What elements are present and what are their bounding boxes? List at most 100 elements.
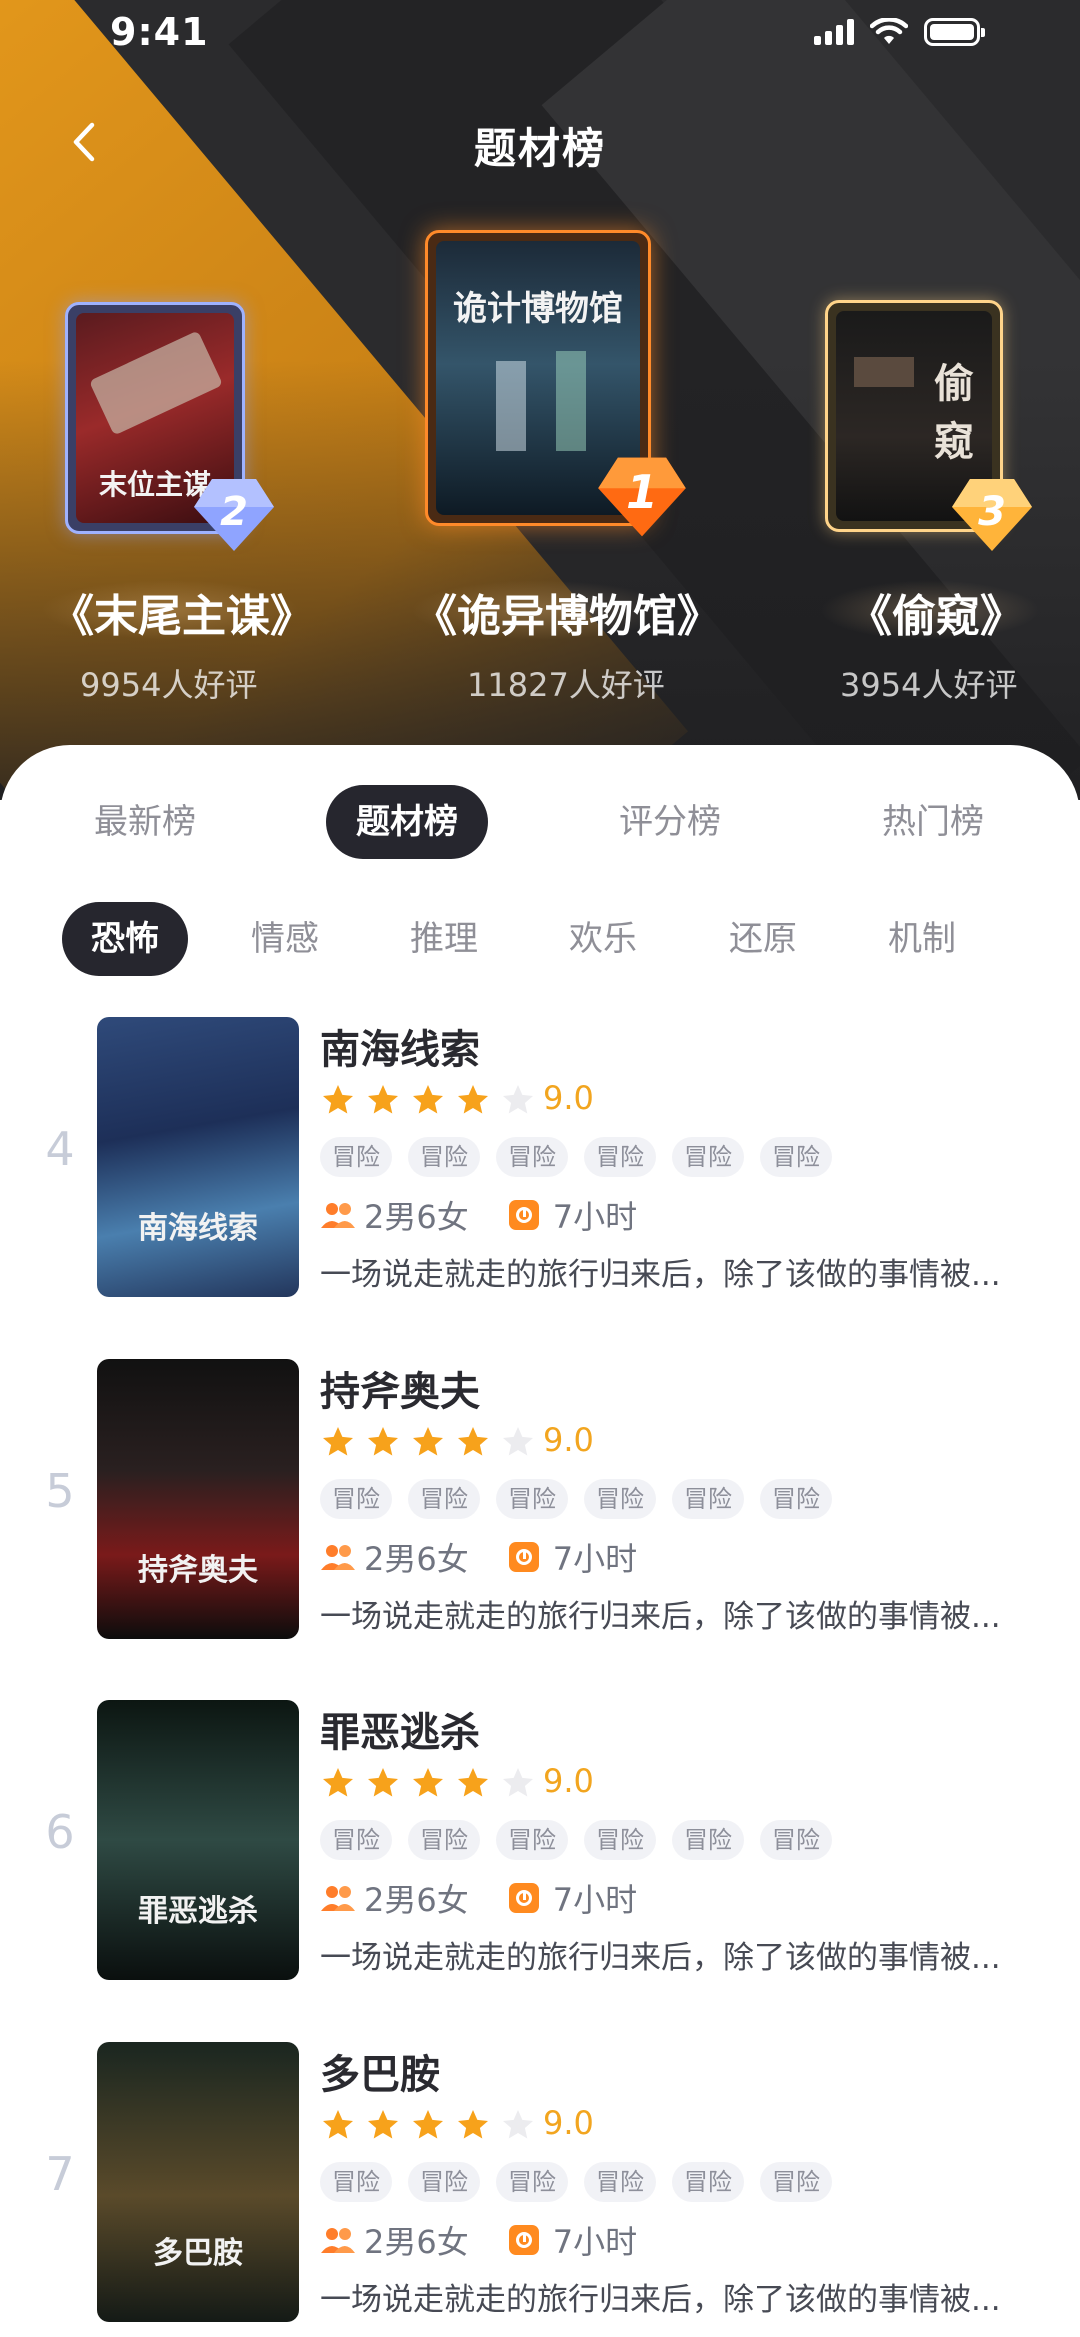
nav-bar: 题材榜 xyxy=(0,105,1080,185)
item-description: 一场说走就走的旅行归来后，除了该做的事情被... xyxy=(320,1599,1001,1635)
star-filled-icon xyxy=(458,1427,488,1456)
tag-list: 冒险 冒险 冒险 冒险 冒险 冒险 xyxy=(320,2162,832,2202)
rank-number: 4 xyxy=(45,1122,75,1176)
rating-score: 9.0 xyxy=(543,1762,594,1800)
people-icon xyxy=(321,1203,355,1228)
item-description: 一场说走就走的旅行归来后，除了该做的事情被... xyxy=(320,1257,1001,1293)
star-empty-icon xyxy=(503,2110,533,2139)
genre-tag: 冒险 xyxy=(320,1820,392,1860)
podium-review-count: 9954人好评 xyxy=(80,666,258,704)
cover-image[interactable]: 多巴胺 xyxy=(97,2042,299,2322)
star-filled-icon xyxy=(368,1768,398,1797)
podium-review-count: 3954人好评 xyxy=(840,666,1018,704)
genre-tag: 冒险 xyxy=(760,2162,832,2202)
player-count: 2男6女 xyxy=(364,1540,469,1578)
genre-tag: 冒险 xyxy=(672,1137,744,1177)
category-restore[interactable]: 还原 xyxy=(700,902,826,976)
player-count: 2男6女 xyxy=(364,1881,469,1919)
clock-icon xyxy=(508,1542,539,1572)
cover-title: 持斧奥夫 xyxy=(138,1553,258,1588)
podium-review-count: 11827人好评 xyxy=(467,666,665,704)
category-mechanism[interactable]: 机制 xyxy=(859,902,985,976)
cover-title: 罪恶逃杀 xyxy=(138,1894,258,1929)
rating-score: 9.0 xyxy=(543,1079,594,1117)
category-emotion[interactable]: 情感 xyxy=(222,902,348,976)
player-count: 2男6女 xyxy=(364,1198,469,1236)
genre-tag: 冒险 xyxy=(672,1820,744,1860)
rating-score: 9.0 xyxy=(543,2104,594,2142)
rank-medal-3: 3 xyxy=(950,477,1034,553)
status-bar: 9:41 xyxy=(0,0,1080,70)
genre-tag: 冒险 xyxy=(320,1137,392,1177)
clock-icon xyxy=(508,1883,539,1913)
tab-latest[interactable]: 最新榜 xyxy=(70,785,220,859)
category-fun[interactable]: 欢乐 xyxy=(540,902,666,976)
genre-tag: 冒险 xyxy=(760,1820,832,1860)
item-description: 一场说走就走的旅行归来后，除了该做的事情被... xyxy=(320,2282,1001,2318)
genre-tag: 冒险 xyxy=(496,1137,568,1177)
list-item[interactable]: 7 多巴胺 多巴胺 9.0 冒险 冒险 冒险 冒险 冒险 冒险 2男6女 7小时 一场说走就走的旅行归来… xyxy=(0,2042,1080,2332)
page-title: 题材榜 xyxy=(473,124,606,173)
battery-icon xyxy=(924,18,985,46)
people-icon xyxy=(321,2228,355,2253)
wifi-icon xyxy=(870,18,908,44)
tag-list: 冒险 冒险 冒险 冒险 冒险 冒险 xyxy=(320,1820,832,1860)
rating-stars xyxy=(320,1765,536,1801)
genre-tag: 冒险 xyxy=(584,1479,656,1519)
tab-rating[interactable]: 评分榜 xyxy=(595,785,745,859)
tag-list: 冒险 冒险 冒险 冒险 冒险 冒险 xyxy=(320,1479,832,1519)
people-icon xyxy=(321,1886,355,1911)
star-filled-icon xyxy=(323,2110,353,2139)
item-description: 一场说走就走的旅行归来后，除了该做的事情被... xyxy=(320,1940,1001,1976)
duration: 7小时 xyxy=(552,1540,638,1578)
rating-stars xyxy=(320,2107,536,2143)
genre-tag: 冒险 xyxy=(584,2162,656,2202)
star-filled-icon xyxy=(458,1085,488,1114)
cellular-signal-icon xyxy=(814,19,854,45)
category-horror[interactable]: 恐怖 xyxy=(62,902,188,976)
rating-score: 9.0 xyxy=(543,1421,594,1459)
clock-icon xyxy=(508,2225,539,2255)
list-item[interactable]: 4 南海线索 南海线索 9.0 冒险 冒险 冒险 冒险 冒险 冒险 2男6女 7小时 一场说走就走的旅行… xyxy=(0,1017,1080,1307)
genre-tag: 冒险 xyxy=(408,1479,480,1519)
star-filled-icon xyxy=(413,1768,443,1797)
cover-image[interactable]: 南海线索 xyxy=(97,1017,299,1297)
list-item[interactable]: 6 罪恶逃杀 罪恶逃杀 9.0 冒险 冒险 冒险 冒险 冒险 冒险 2男6女 7小时 一场说走就走的旅行… xyxy=(0,1700,1080,1990)
item-meta: 2男6女 7小时 xyxy=(320,2217,637,2263)
podium-title: 《诡异博物馆》 xyxy=(413,591,721,642)
genre-tag: 冒险 xyxy=(496,1820,568,1860)
star-empty-icon xyxy=(503,1085,533,1114)
cover-image[interactable]: 持斧奥夫 xyxy=(97,1359,299,1639)
genre-tag: 冒险 xyxy=(760,1137,832,1177)
list-item[interactable]: 5 持斧奥夫 持斧奥夫 9.0 冒险 冒险 冒险 冒险 冒险 冒险 2男6女 7小时 一场说走就走的旅行… xyxy=(0,1359,1080,1649)
podium-title: 《末尾主谋》 xyxy=(50,591,314,642)
category-filter: 恐怖 情感 推理 欢乐 还原 机制 xyxy=(0,902,1080,976)
genre-tag: 冒险 xyxy=(584,1137,656,1177)
tab-popular[interactable]: 热门榜 xyxy=(858,785,1008,859)
rating-stars xyxy=(320,1424,536,1460)
star-filled-icon xyxy=(458,1768,488,1797)
star-filled-icon xyxy=(368,1427,398,1456)
cover-title: 多巴胺 xyxy=(153,2236,243,2271)
star-filled-icon xyxy=(458,2110,488,2139)
tab-theme[interactable]: 题材榜 xyxy=(326,785,488,859)
genre-tag: 冒险 xyxy=(320,2162,392,2202)
duration: 7小时 xyxy=(552,1198,638,1236)
item-title: 多巴胺 xyxy=(320,2052,440,2098)
genre-tag: 冒险 xyxy=(408,2162,480,2202)
rating-stars xyxy=(320,1082,536,1118)
genre-tag: 冒险 xyxy=(672,2162,744,2202)
item-title: 持斧奥夫 xyxy=(320,1369,480,1415)
rank-number: 5 xyxy=(45,1464,75,1518)
category-deduction[interactable]: 推理 xyxy=(381,902,507,976)
genre-tag: 冒险 xyxy=(496,1479,568,1519)
duration: 7小时 xyxy=(552,2223,638,2261)
star-filled-icon xyxy=(413,1085,443,1114)
player-count: 2男6女 xyxy=(364,2223,469,2261)
genre-tag: 冒险 xyxy=(408,1820,480,1860)
item-title: 南海线索 xyxy=(320,1027,480,1073)
cover-image[interactable]: 罪恶逃杀 xyxy=(97,1700,299,1980)
people-icon xyxy=(321,1545,355,1570)
ranking-tabs: 最新榜 题材榜 评分榜 热门榜 xyxy=(0,785,1080,865)
rank-medal-1: 1 xyxy=(596,455,688,539)
